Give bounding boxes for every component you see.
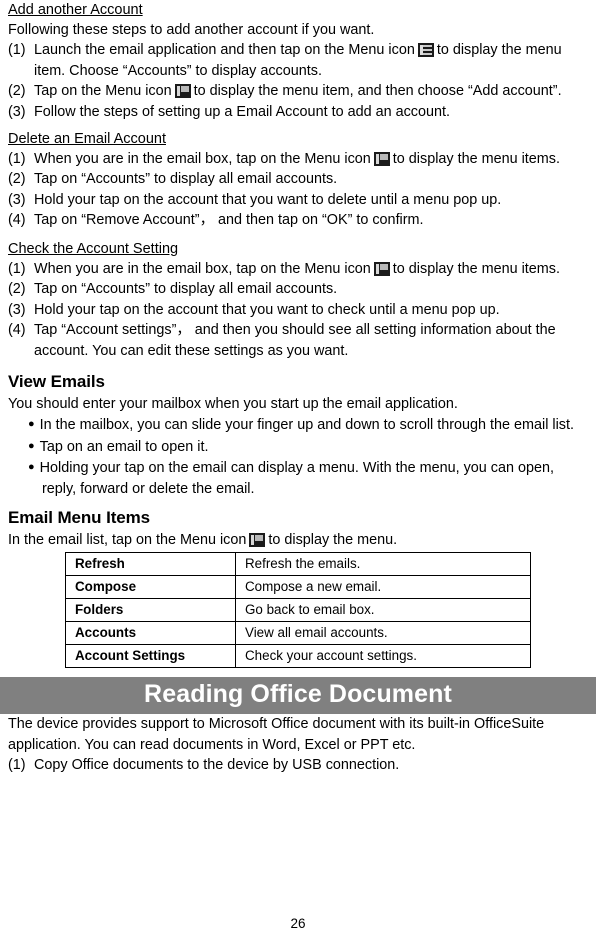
bullet-text: Tap on an email to open it.: [39, 438, 209, 455]
check-account-step-4: (4) Tap “Account settings”， and then you …: [8, 320, 588, 363]
step-text-after-icon: to display the menu items.: [392, 260, 560, 277]
bullet-dot-icon: ●: [28, 461, 35, 474]
delete-account-step-2: (2) Tap on “Accounts” to display all emai…: [8, 169, 588, 189]
step-marker: (4): [8, 212, 26, 229]
menu-item-description: Go back to email box.: [235, 598, 531, 623]
table-row: Compose Compose a new email.: [65, 575, 531, 600]
view-emails-bullet-2: ● Tap on an email to open it.: [8, 436, 588, 457]
step-text: Hold your tap on the account that you wa…: [34, 191, 502, 208]
intro-text-after-icon: to display the menu.: [268, 532, 398, 548]
reading-office-document-paragraph: The device provides support to Microsoft…: [8, 716, 545, 753]
reading-office-document-step-1: (1) Copy Office documents to the device b…: [8, 755, 588, 775]
heading-email-menu-items: Email Menu Items: [8, 508, 150, 527]
view-emails-bullet-1: ● In the mailbox, you can slide your fing…: [8, 414, 588, 435]
menu-item-description: Refresh the emails.: [235, 552, 531, 577]
check-account-step-1: (1) When you are in the email box, tap on…: [8, 259, 588, 279]
step-text-before-icon: When you are in the email box, tap on th…: [34, 260, 371, 277]
add-account-step-3: (3) Follow the steps of setting up a Emai…: [8, 102, 588, 122]
add-account-intro: Following these steps to add another acc…: [8, 22, 375, 38]
step-marker: (1): [8, 151, 26, 168]
table-row: Refresh Refresh the emails.: [65, 552, 531, 577]
add-account-step-1: (1) Launch the email application and then…: [8, 40, 588, 81]
email-menu-items-intro: In the email list, tap on the Menu icon t…: [8, 530, 588, 550]
menu-item-description: View all email accounts.: [235, 621, 531, 646]
step-text: Follow the steps of setting up a Email A…: [34, 103, 450, 120]
document-page: Add another Account Following these step…: [0, 0, 596, 941]
step-marker: (2): [8, 281, 26, 298]
check-account-step-2: (2) Tap on “Accounts” to display all emai…: [8, 279, 588, 299]
section-check-account: Check the Account Setting: [8, 239, 588, 259]
check-account-step-3: (3) Hold your tap on the account that you…: [8, 300, 588, 320]
add-account-step-2: (2) Tap on the Menu icon to display the me…: [8, 81, 588, 101]
menu-item-name: Account Settings: [65, 644, 236, 669]
heading-delete-an-email-account: Delete an Email Account: [8, 131, 166, 148]
menu-item-name: Folders: [65, 598, 236, 623]
step-text-before-icon: Launch the email application and then ta…: [34, 42, 415, 59]
menu-icon: [174, 84, 191, 99]
bullet-text: In the mailbox, you can slide your finge…: [39, 417, 575, 434]
delete-account-step-4: (4) Tap on “Remove Account”， and then tap…: [8, 210, 588, 232]
step-marker: (1): [8, 42, 26, 59]
bullet-text: Holding your tap on the email can displa…: [39, 460, 555, 497]
delete-account-step-1: (1) When you are in the email box, tap on…: [8, 149, 588, 169]
intro-text-before-icon: In the email list, tap on the Menu icon: [8, 532, 247, 548]
step-text: Hold your tap on the account that you wa…: [34, 301, 500, 318]
section-add-account: Add another Account: [8, 0, 588, 20]
menu-item-description: Compose a new email.: [235, 575, 531, 600]
page-number: 26: [290, 916, 306, 931]
step-marker: (2): [8, 83, 26, 100]
delete-account-step-3: (3) Hold your tap on the account that you…: [8, 190, 588, 210]
heading-add-another-account: Add another Account: [8, 2, 143, 18]
menu-item-name: Accounts: [65, 621, 236, 646]
step-marker: (3): [8, 103, 26, 120]
step-text: Tap on “Accounts” to display all email a…: [34, 281, 338, 298]
heading-check-the-account-setting: Check the Account Setting: [8, 240, 179, 257]
step-text-before-icon: Tap on the Menu icon: [34, 83, 172, 100]
menu-icon: [249, 533, 266, 547]
step-text-after-icon: to display the menu item, and then choos…: [193, 83, 562, 100]
view-emails-bullet-3: ● Holding your tap on the email can displ…: [8, 457, 588, 499]
step-text: Tap on “Remove Account”， and then tap on…: [34, 212, 424, 229]
table-row: Accounts View all email accounts.: [65, 621, 531, 646]
menu-item-name: Compose: [65, 575, 236, 600]
heading-view-emails: View Emails: [8, 371, 105, 391]
step-marker: (3): [8, 191, 26, 208]
bullet-dot-icon: ●: [28, 439, 35, 452]
step-text: Tap “Account settings”， and then you sho…: [34, 321, 556, 360]
section-delete-account: Delete an Email Account: [8, 129, 588, 149]
table-row: Account Settings Check your account sett…: [65, 644, 531, 669]
menu-item-name: Refresh: [65, 552, 236, 577]
menu-icon: [373, 152, 390, 167]
menu-icon: [417, 43, 434, 58]
step-text-before-icon: When you are in the email box, tap on th…: [34, 151, 371, 168]
banner-reading-office-document: Reading Office Document: [0, 677, 596, 715]
bullet-dot-icon: ●: [28, 418, 35, 431]
step-text: Copy Office documents to the device by U…: [34, 757, 400, 774]
view-emails-intro: You should enter your mailbox when you s…: [8, 395, 458, 412]
email-menu-items-table: Refresh Refresh the emails. Compose Comp…: [65, 552, 531, 669]
step-marker: (3): [8, 301, 26, 318]
menu-icon: [373, 261, 390, 276]
menu-item-description: Check your account settings.: [235, 644, 531, 669]
table-row: Folders Go back to email box.: [65, 598, 531, 623]
step-marker: (4): [8, 321, 26, 338]
step-marker: (2): [8, 171, 26, 188]
step-text-after-icon: to display the menu items.: [392, 151, 560, 168]
step-marker: (1): [8, 260, 26, 277]
step-marker: (1): [8, 757, 26, 774]
step-text: Tap on “Accounts” to display all email a…: [34, 171, 338, 188]
